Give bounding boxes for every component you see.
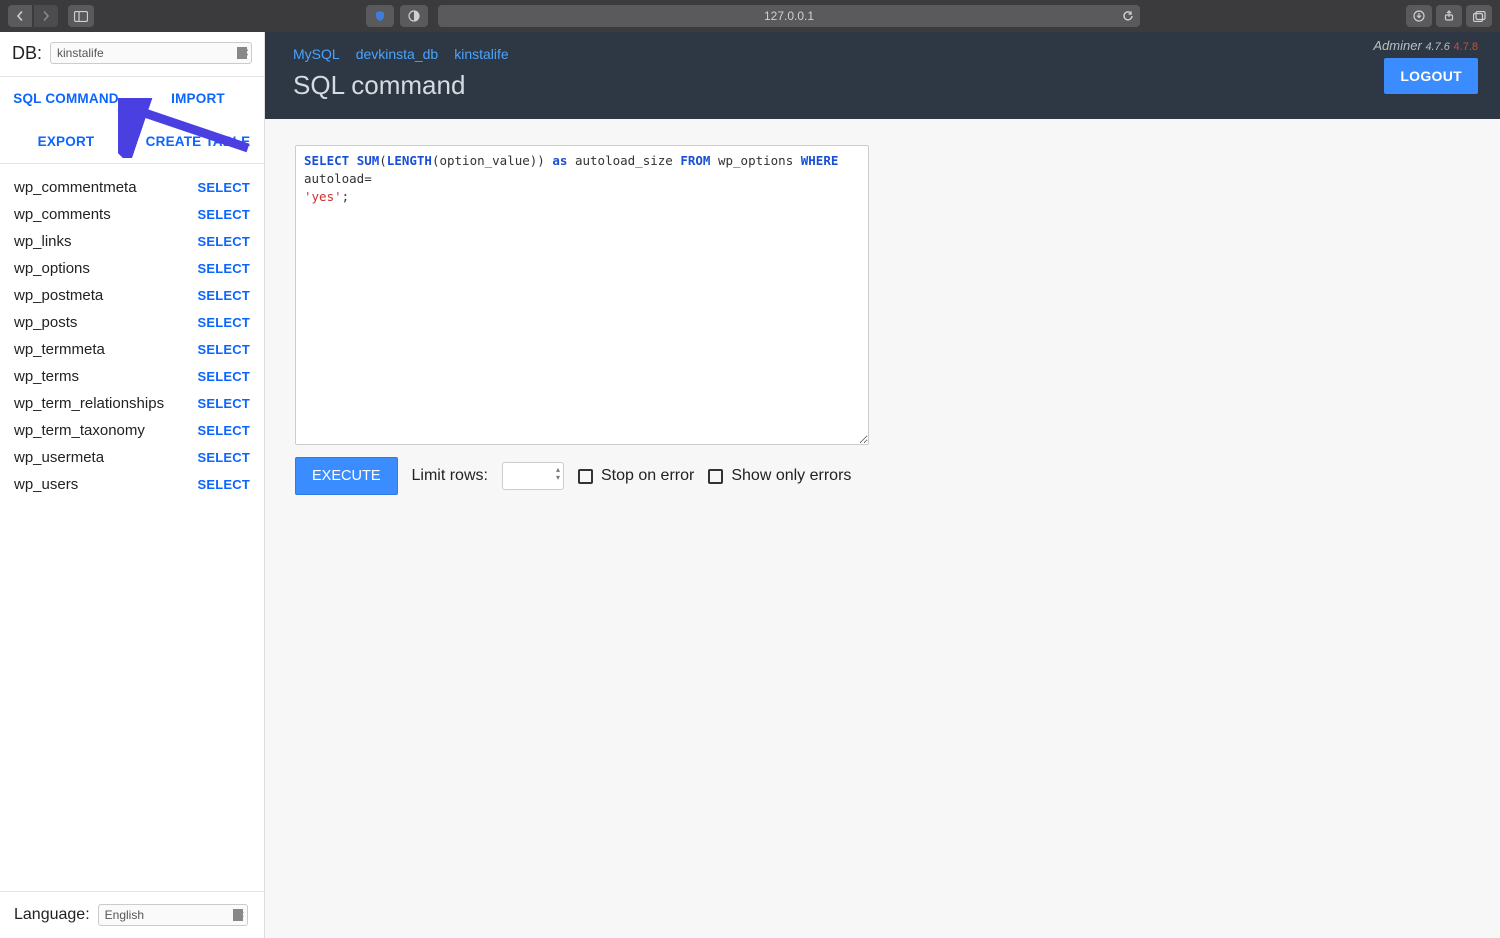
table-row: wp_terms SELECT (14, 363, 250, 390)
back-button[interactable] (8, 5, 32, 27)
breadcrumb-link[interactable]: kinstalife (454, 46, 508, 62)
sidebar-toggle-button[interactable] (68, 5, 94, 27)
sidebar-actions: SQL COMMAND IMPORT EXPORT CREATE TABLE (0, 77, 264, 164)
table-select-link[interactable]: SELECT (198, 207, 250, 222)
table-select-link[interactable]: SELECT (198, 180, 250, 195)
table-row: wp_users SELECT (14, 471, 250, 498)
chevron-updown-icon: ▴▾ (244, 45, 248, 59)
logout-button[interactable]: LOGOUT (1384, 58, 1478, 94)
browser-toolbar: 127.0.0.1 (0, 0, 1500, 32)
table-select-link[interactable]: SELECT (198, 450, 250, 465)
checkbox-icon (708, 469, 723, 484)
db-select[interactable]: kinstalife ▴▾ (50, 42, 252, 64)
language-row: Language: English ▴▾ (0, 891, 264, 938)
table-row: wp_postmeta SELECT (14, 282, 250, 309)
db-label: DB: (12, 43, 42, 64)
table-select-link[interactable]: SELECT (198, 342, 250, 357)
url-text: 127.0.0.1 (764, 9, 814, 23)
chevron-updown-icon: ▴▾ (240, 907, 244, 921)
table-name-link[interactable]: wp_commentmeta (14, 179, 137, 196)
language-select[interactable]: English ▴▾ (98, 904, 248, 926)
shield-icon[interactable] (366, 5, 394, 27)
table-name-link[interactable]: wp_terms (14, 368, 79, 385)
table-name-link[interactable]: wp_postmeta (14, 287, 103, 304)
table-select-link[interactable]: SELECT (198, 396, 250, 411)
tables-list: wp_commentmetaSELECTwp_commentsSELECTwp_… (0, 164, 264, 891)
sql-textarea[interactable]: SELECT SUM(LENGTH(option_value)) as auto… (295, 145, 869, 445)
table-row: wp_termmeta SELECT (14, 336, 250, 363)
table-select-link[interactable]: SELECT (198, 477, 250, 492)
share-icon[interactable] (1436, 5, 1462, 27)
table-row: wp_links SELECT (14, 228, 250, 255)
brand: Adminer 4.7.6 4.7.8 (1373, 38, 1478, 53)
table-row: wp_commentmeta SELECT (14, 174, 250, 201)
table-row: wp_term_relationships SELECT (14, 390, 250, 417)
table-name-link[interactable]: wp_usermeta (14, 449, 104, 466)
reload-icon[interactable] (1122, 10, 1134, 22)
nav-buttons (8, 5, 58, 27)
create-table-link[interactable]: CREATE TABLE (132, 120, 264, 163)
header: Adminer 4.7.6 4.7.8 MySQL devkinsta_db kin… (265, 32, 1500, 119)
table-name-link[interactable]: wp_posts (14, 314, 77, 331)
download-icon[interactable] (1406, 5, 1432, 27)
table-select-link[interactable]: SELECT (198, 261, 250, 276)
table-name-link[interactable]: wp_comments (14, 206, 111, 223)
table-row: wp_posts SELECT (14, 309, 250, 336)
table-name-link[interactable]: wp_options (14, 260, 90, 277)
table-row: wp_usermeta SELECT (14, 444, 250, 471)
table-select-link[interactable]: SELECT (198, 369, 250, 384)
table-name-link[interactable]: wp_links (14, 233, 72, 250)
table-select-link[interactable]: SELECT (198, 288, 250, 303)
table-select-link[interactable]: SELECT (198, 423, 250, 438)
breadcrumb: MySQL devkinsta_db kinstalife (293, 46, 1472, 62)
reader-icon[interactable] (400, 5, 428, 27)
sidebar: DB: kinstalife ▴▾ SQL COMMAND IMPORT EXP… (0, 32, 265, 938)
execute-button[interactable]: EXECUTE (295, 457, 398, 495)
chevron-updown-icon: ▴▾ (556, 466, 560, 482)
page-title: SQL command (293, 70, 1472, 101)
table-name-link[interactable]: wp_term_relationships (14, 395, 164, 412)
forward-button[interactable] (34, 5, 58, 27)
table-name-link[interactable]: wp_termmeta (14, 341, 105, 358)
breadcrumb-link[interactable]: MySQL (293, 46, 340, 62)
table-row: wp_options SELECT (14, 255, 250, 282)
table-row: wp_term_taxonomy SELECT (14, 417, 250, 444)
address-bar[interactable]: 127.0.0.1 (438, 5, 1140, 27)
controls-row: EXECUTE Limit rows: ▴▾ Stop on error Sho… (295, 457, 1470, 495)
browser-right-buttons (1406, 5, 1492, 27)
language-label: Language: (14, 906, 90, 924)
limit-rows-input[interactable]: ▴▾ (502, 462, 564, 490)
table-name-link[interactable]: wp_users (14, 476, 78, 493)
export-link[interactable]: EXPORT (0, 120, 132, 163)
checkbox-icon (578, 469, 593, 484)
table-select-link[interactable]: SELECT (198, 234, 250, 249)
show-only-errors-checkbox[interactable]: Show only errors (708, 467, 851, 485)
tabs-icon[interactable] (1466, 5, 1492, 27)
stop-on-error-checkbox[interactable]: Stop on error (578, 467, 694, 485)
table-row: wp_comments SELECT (14, 201, 250, 228)
table-select-link[interactable]: SELECT (198, 315, 250, 330)
sql-command-link[interactable]: SQL COMMAND (0, 77, 132, 120)
limit-rows-label: Limit rows: (412, 467, 488, 485)
content: SELECT SUM(LENGTH(option_value)) as auto… (265, 119, 1500, 521)
db-selector-row: DB: kinstalife ▴▾ (0, 32, 264, 77)
breadcrumb-link[interactable]: devkinsta_db (356, 46, 439, 62)
main-area: Adminer 4.7.6 4.7.8 MySQL devkinsta_db kin… (265, 32, 1500, 938)
table-name-link[interactable]: wp_term_taxonomy (14, 422, 145, 439)
import-link[interactable]: IMPORT (132, 77, 264, 120)
